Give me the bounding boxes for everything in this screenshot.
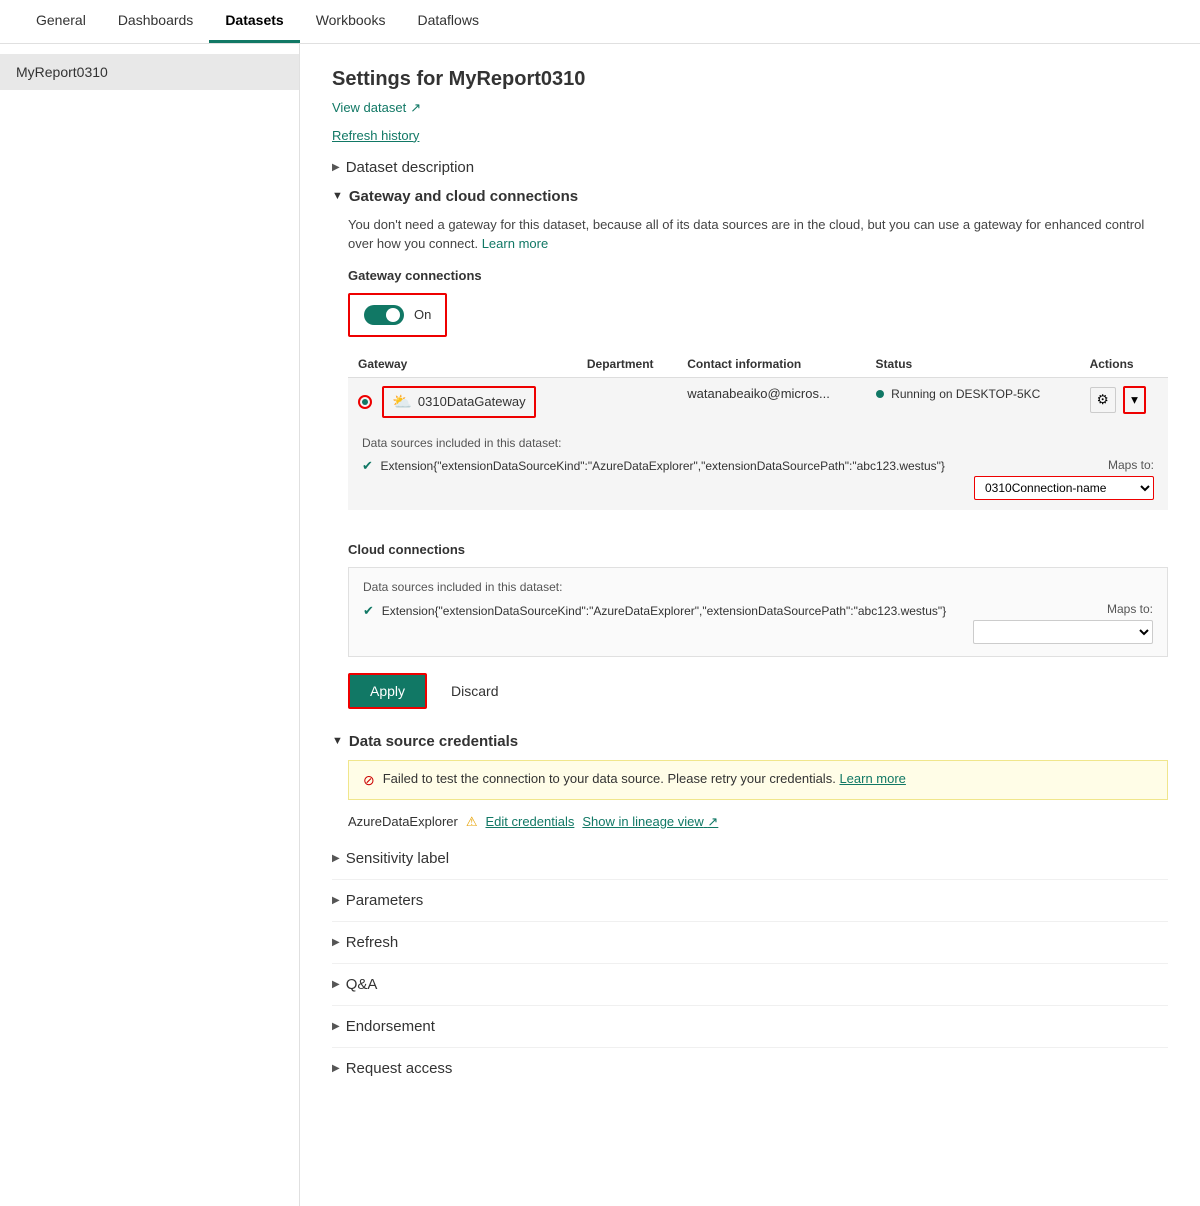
status-dot (876, 390, 884, 398)
contact-col-header: Contact information (677, 351, 865, 378)
cloud-check-icon: ✔ (363, 603, 374, 618)
department-cell (577, 377, 677, 426)
triangle-icon: ▶ (332, 937, 340, 948)
qa-header[interactable]: ▶ Q&A (332, 976, 1168, 993)
datasources-title: Data sources included in this dataset: (362, 436, 1154, 450)
data-source-credentials-body: ⊘ Failed to test the connection to your … (332, 760, 1168, 830)
cloud-datasource-text: Extension{"extensionDataSourceKind":"Azu… (382, 604, 946, 618)
request-access-header[interactable]: ▶ Request access (332, 1060, 1168, 1077)
triangle-icon: ▶ (332, 1063, 340, 1074)
discard-button[interactable]: Discard (439, 675, 510, 707)
datasource-text: Extension{"extensionDataSourceKind":"Azu… (381, 459, 945, 473)
warning-text: Failed to test the connection to your da… (383, 771, 906, 786)
toggle-label: On (414, 307, 431, 322)
parameters-header[interactable]: ▶ Parameters (332, 892, 1168, 909)
gateway-name-cell: ⛅ 0310DataGateway (348, 377, 577, 426)
apply-button[interactable]: Apply (348, 673, 427, 709)
page-title: Settings for MyReport0310 (332, 68, 1168, 91)
gateway-col-header: Gateway (348, 351, 577, 378)
refresh-header[interactable]: ▶ Refresh (332, 934, 1168, 951)
external-link-icon: ↗ (410, 100, 421, 116)
refresh-history-link[interactable]: Refresh history (332, 128, 1168, 143)
sensitivity-label-header[interactable]: ▶ Sensitivity label (332, 850, 1168, 867)
nav-dataflows[interactable]: Dataflows (401, 0, 494, 43)
nav-general[interactable]: General (20, 0, 102, 43)
datasources-row: Data sources included in this dataset: ✔… (348, 426, 1168, 526)
maps-to-label: Maps to: (1108, 458, 1154, 472)
cloud-datasource-row: ✔ Extension{"extensionDataSourceKind":"A… (363, 602, 1153, 644)
gateway-description: You don't need a gateway for this datase… (348, 215, 1168, 254)
endorsement-header[interactable]: ▶ Endorsement (332, 1018, 1168, 1035)
warning-icon: ⊘ (363, 772, 375, 789)
gateway-name-box: ⛅ 0310DataGateway (382, 386, 536, 418)
datasource-text-cell: ✔ Extension{"extensionDataSourceKind":"A… (362, 458, 945, 474)
cloud-datasource-text-cell: ✔ Extension{"extensionDataSourceKind":"A… (363, 602, 946, 619)
gateway-connections-subtitle: Gateway connections (348, 268, 1168, 283)
cloud-maps-to-select[interactable]: Connection 1 (973, 620, 1153, 644)
gateway-section-header[interactable]: ▼ Gateway and cloud connections (332, 188, 1168, 205)
warning-triangle-icon: ⚠ (466, 814, 478, 830)
status-col-header: Status (866, 351, 1080, 378)
sidebar-item-myreport[interactable]: MyReport0310 (0, 54, 299, 90)
main-content: Settings for MyReport0310 View dataset ↗… (300, 44, 1200, 1206)
show-lineage-link[interactable]: Show in lineage view ↗ (582, 814, 718, 830)
edit-credentials-link[interactable]: Edit credentials (485, 814, 574, 829)
external-link-icon-lineage: ↗ (707, 814, 718, 829)
credentials-learn-more-link[interactable]: Learn more (839, 771, 905, 786)
department-col-header: Department (577, 351, 677, 378)
sidebar: MyReport0310 (0, 44, 300, 1206)
cloud-maps-to-label: Maps to: (1107, 602, 1153, 616)
maps-to-select[interactable]: 0310Connection-name Other connection (974, 476, 1154, 500)
table-row: ⛅ 0310DataGateway watanabeaiko@micros... (348, 377, 1168, 426)
triangle-icon: ▶ (332, 895, 340, 906)
credential-source-label: AzureDataExplorer (348, 814, 458, 829)
triangle-icon: ▶ (332, 1021, 340, 1032)
top-navigation: General Dashboards Datasets Workbooks Da… (0, 0, 1200, 44)
gateway-section-body: You don't need a gateway for this datase… (332, 215, 1168, 709)
chevron-down-button[interactable]: ▾ (1123, 386, 1146, 414)
triangle-icon-credentials: ▼ (332, 735, 343, 747)
status-cell: Running on DESKTOP-5KC (866, 377, 1080, 426)
cloud-maps-to-section: Maps to: Connection 1 (973, 602, 1153, 644)
gateway-table: Gateway Department Contact information S… (348, 351, 1168, 526)
actions-cell: ⚙ ▾ (1080, 377, 1168, 426)
page-layout: MyReport0310 Settings for MyReport0310 V… (0, 44, 1200, 1206)
gear-button[interactable]: ⚙ (1090, 387, 1116, 413)
nav-datasets[interactable]: Datasets (209, 0, 299, 43)
radio-button[interactable] (358, 395, 372, 409)
triangle-icon: ▶ (332, 979, 340, 990)
action-buttons: Apply Discard (348, 673, 1168, 709)
cloud-icon: ⛅ (392, 392, 412, 412)
check-icon: ✔ (362, 458, 373, 473)
status-text: Running on DESKTOP-5KC (891, 387, 1040, 401)
view-dataset-link[interactable]: View dataset ↗ (332, 100, 421, 116)
datasource-row: ✔ Extension{"extensionDataSourceKind":"A… (362, 458, 1154, 500)
dataset-description-header[interactable]: ▶ Dataset description (332, 159, 1168, 176)
cloud-connections-box: Data sources included in this dataset: ✔… (348, 567, 1168, 657)
cloud-datasources-title: Data sources included in this dataset: (363, 580, 1153, 594)
maps-to-section: Maps to: 0310Connection-name Other conne… (974, 458, 1154, 500)
triangle-icon: ▶ (332, 162, 340, 173)
nav-workbooks[interactable]: Workbooks (300, 0, 402, 43)
gateway-learn-more-link[interactable]: Learn more (482, 236, 548, 251)
cloud-connections-subtitle: Cloud connections (348, 542, 1168, 557)
contact-cell: watanabeaiko@micros... (677, 377, 865, 426)
credentials-row: AzureDataExplorer ⚠ Edit credentials Sho… (348, 814, 1168, 830)
gateway-toggle[interactable] (364, 305, 404, 325)
actions-col-header: Actions (1080, 351, 1168, 378)
nav-dashboards[interactable]: Dashboards (102, 0, 210, 43)
triangle-icon: ▼ (332, 190, 343, 202)
gateway-datasource-box: Data sources included in this dataset: ✔… (348, 426, 1168, 510)
warning-box: ⊘ Failed to test the connection to your … (348, 760, 1168, 800)
data-source-credentials-header[interactable]: ▼ Data source credentials (332, 733, 1168, 750)
triangle-icon: ▶ (332, 853, 340, 864)
gateway-toggle-box: On (348, 293, 447, 337)
